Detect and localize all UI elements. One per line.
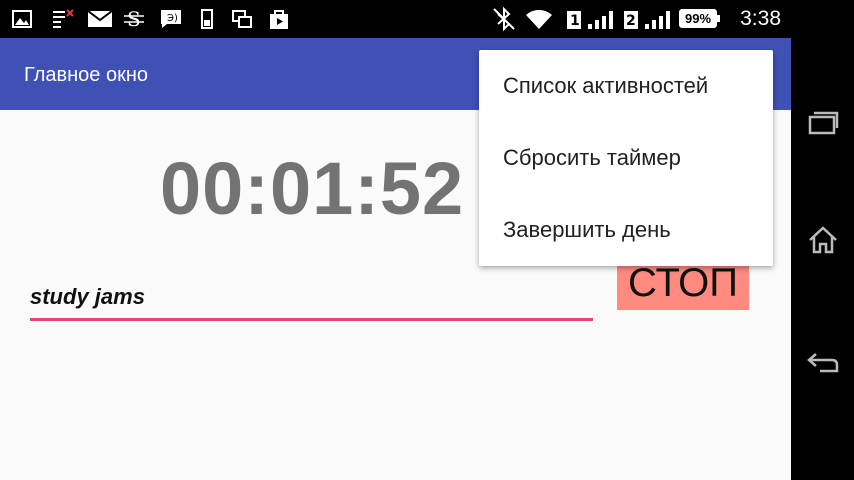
mail-icon [86, 0, 114, 38]
menu-item-end-day[interactable]: Завершить день [479, 194, 773, 266]
menu-item-reset-timer[interactable]: Сбросить таймер [479, 122, 773, 194]
wifi-icon [524, 0, 554, 38]
recent-apps-icon [808, 111, 838, 135]
recent-apps-button[interactable] [791, 92, 854, 152]
sim2-signal-icon: 2 [622, 0, 674, 38]
windows-icon [230, 0, 254, 38]
home-icon [808, 226, 837, 254]
sim1-label: 1 [570, 13, 580, 29]
page-title: Главное окно [24, 64, 149, 86]
back-icon [806, 353, 838, 373]
gallery-icon [10, 0, 34, 38]
status-clock: 3:38 [740, 7, 781, 30]
svg-text:Э): Э) [167, 13, 178, 24]
activity-input-value[interactable]: study jams [30, 284, 145, 310]
signal-strikethrough-icon [50, 0, 76, 38]
svg-text:S: S [127, 8, 141, 30]
navigation-bar [791, 0, 854, 480]
phone-usage-icon [196, 0, 218, 38]
back-button[interactable] [791, 332, 854, 392]
sim1-signal-icon: 1 [565, 0, 617, 38]
battery-icon: 99% [679, 9, 720, 28]
play-store-icon [266, 0, 292, 38]
bluetooth-off-icon [490, 0, 518, 38]
chat-icon: Э) [158, 0, 184, 38]
s-app-icon: S [122, 0, 146, 38]
battery-level: 99% [684, 11, 712, 26]
status-bar: S Э) 1 2 99% 3:38 [0, 0, 791, 38]
home-button[interactable] [791, 210, 854, 270]
timer-display: 00:01:52 [160, 147, 465, 230]
activity-input[interactable]: study jams [30, 278, 593, 321]
menu-item-activity-list[interactable]: Список активностей [479, 50, 773, 122]
overflow-menu: Список активностей Сбросить таймер Завер… [479, 50, 773, 266]
sim2-label: 2 [626, 13, 636, 29]
